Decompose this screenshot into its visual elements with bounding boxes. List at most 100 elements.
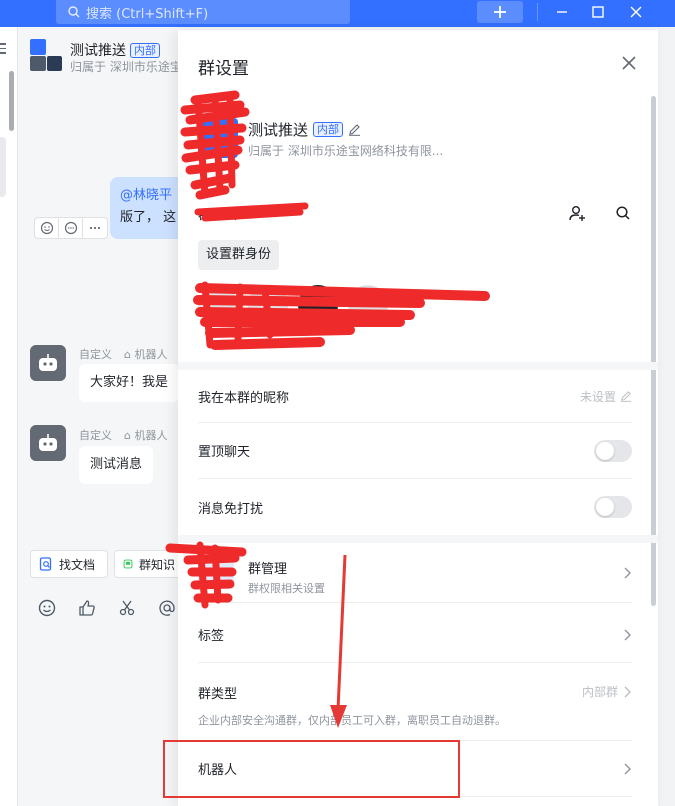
find-docs-label: 找文档 xyxy=(59,557,96,572)
global-search-input[interactable]: 搜索 (Ctrl+Shift+F) xyxy=(56,0,350,24)
screenshot-button[interactable] xyxy=(116,597,138,619)
nickname-row[interactable]: 我在本群的昵称 未设置 xyxy=(198,370,632,423)
member-avatar[interactable] xyxy=(298,285,338,325)
chat-list-selected-item[interactable] xyxy=(0,137,6,197)
create-button[interactable] xyxy=(477,1,523,23)
at-icon xyxy=(159,600,175,616)
internal-tag: 内部 xyxy=(130,42,160,58)
group-type-row[interactable]: 群类型 内部群 xyxy=(198,663,632,741)
section-divider xyxy=(178,362,658,370)
plus-icon xyxy=(494,6,506,18)
mention-link[interactable]: @林晓平 xyxy=(120,188,172,203)
maximize-icon xyxy=(592,6,604,18)
minimize-icon xyxy=(557,11,567,13)
more-icon xyxy=(89,226,101,230)
search-member-icon[interactable] xyxy=(614,204,632,222)
close-panel-icon[interactable] xyxy=(620,54,638,72)
highlight-box xyxy=(163,740,460,798)
management-title: 群管理 xyxy=(248,562,288,577)
more-button[interactable] xyxy=(83,218,107,238)
doc-search-icon xyxy=(39,557,52,571)
group-avatar[interactable] xyxy=(30,39,62,71)
chevron-right-icon xyxy=(624,763,631,774)
search-placeholder: 搜索 (Ctrl+Shift+F) xyxy=(86,6,209,22)
emoji-add-icon xyxy=(40,221,53,235)
maximize-button[interactable] xyxy=(587,2,609,22)
chat-title-text: 测试推送 xyxy=(70,43,126,59)
members-label: 群成员 xyxy=(198,208,238,223)
mute-row: 消息免打扰 xyxy=(198,479,632,535)
bot-name: 自定义 xyxy=(79,348,112,361)
nickname-value: 未设置 xyxy=(580,388,632,405)
bot-badge: ⌂ 机器人 xyxy=(124,429,168,442)
group-settings-panel: 群设置 测试推送 内部 归属于 深圳市乐途宝网络科技有限... 群成员 设置群身… xyxy=(178,30,658,806)
input-toolbar xyxy=(36,597,178,619)
my-message-text-tail: 这 xyxy=(163,210,177,225)
member-avatar[interactable] xyxy=(248,285,288,325)
menu-icon[interactable] xyxy=(0,43,10,57)
settings-group-org: 归属于 深圳市乐途宝网络科技有限... xyxy=(248,144,444,158)
message-actions xyxy=(34,217,108,239)
thumbs-up-icon xyxy=(79,600,95,616)
nickname-label: 我在本群的昵称 xyxy=(198,390,290,406)
bot-avatar[interactable] xyxy=(30,345,66,381)
robot-icon xyxy=(39,434,57,451)
edit-icon xyxy=(620,391,632,402)
group-type-value: 内部群 xyxy=(582,683,632,700)
chevron-right-icon xyxy=(624,629,631,640)
management-icon xyxy=(198,553,234,589)
panel-scrollbar[interactable] xyxy=(651,96,656,606)
search-icon xyxy=(68,6,80,18)
edit-icon[interactable] xyxy=(348,123,361,136)
title-bar: 搜索 (Ctrl+Shift+F) xyxy=(0,0,675,27)
comment-icon xyxy=(64,221,77,235)
scissors-icon xyxy=(119,600,135,616)
bot-name-line: 自定义 ⌂ 机器人 xyxy=(79,427,167,443)
panel-title: 群设置 xyxy=(198,59,249,79)
chevron-right-icon xyxy=(624,686,631,697)
member-avatar[interactable] xyxy=(348,285,388,325)
label-row[interactable]: 标签 xyxy=(198,607,632,663)
management-subtitle: 群权限相关设置 xyxy=(248,582,325,595)
member-avatars xyxy=(198,285,388,325)
minimize-button[interactable] xyxy=(551,2,573,22)
knowledge-icon xyxy=(123,559,133,569)
close-icon xyxy=(630,6,642,18)
my-message-text: 版了， xyxy=(120,210,160,225)
pin-chat-row: 置顶聊天 xyxy=(198,423,632,479)
settings-group-name-text: 测试推送 xyxy=(248,121,309,139)
chat-title[interactable]: 测试推送 内部 xyxy=(70,40,160,60)
add-reaction-button[interactable] xyxy=(35,218,59,238)
bot-name: 自定义 xyxy=(79,429,112,442)
emoji-icon xyxy=(38,599,56,617)
group-knowledge-chip[interactable]: 群知识 xyxy=(114,550,184,578)
settings-group-name[interactable]: 测试推送 内部 xyxy=(248,119,361,140)
settings-group-avatar[interactable] xyxy=(198,118,238,158)
member-avatar[interactable] xyxy=(198,285,238,325)
close-window-button[interactable] xyxy=(625,2,647,22)
bot-message-bubble[interactable]: 测试消息 xyxy=(79,446,154,484)
like-button[interactable] xyxy=(76,597,98,619)
bot-message-bubble[interactable]: 大家好！我是 xyxy=(79,364,179,402)
emoji-button[interactable] xyxy=(36,597,58,619)
titlebar-divider xyxy=(537,3,538,21)
reply-button[interactable] xyxy=(59,218,83,238)
mention-button[interactable] xyxy=(156,597,178,619)
pin-chat-toggle[interactable] xyxy=(594,439,632,462)
set-identity-button[interactable]: 设置群身份 xyxy=(198,240,280,270)
add-member-icon[interactable] xyxy=(568,204,586,222)
chat-list-edge xyxy=(0,27,18,806)
bot-avatar[interactable] xyxy=(30,425,66,461)
robot-icon xyxy=(39,354,57,371)
bot-name-line: 自定义 ⌂ 机器人 xyxy=(79,346,167,362)
section-divider xyxy=(178,535,658,543)
group-type-description: 企业内部安全沟通群，仅内部员工可入群，离职员工自动退群。 xyxy=(198,714,506,727)
group-type-label: 群类型 xyxy=(198,687,238,702)
bot-badge: ⌂ 机器人 xyxy=(124,348,168,361)
mute-toggle[interactable] xyxy=(594,496,632,518)
pin-chat-label: 置顶聊天 xyxy=(198,445,251,460)
chat-list-scrollbar[interactable] xyxy=(9,71,14,131)
find-docs-chip[interactable]: 找文档 xyxy=(30,550,108,578)
settings-internal-tag: 内部 xyxy=(313,122,344,137)
mute-label: 消息免打扰 xyxy=(198,501,264,517)
